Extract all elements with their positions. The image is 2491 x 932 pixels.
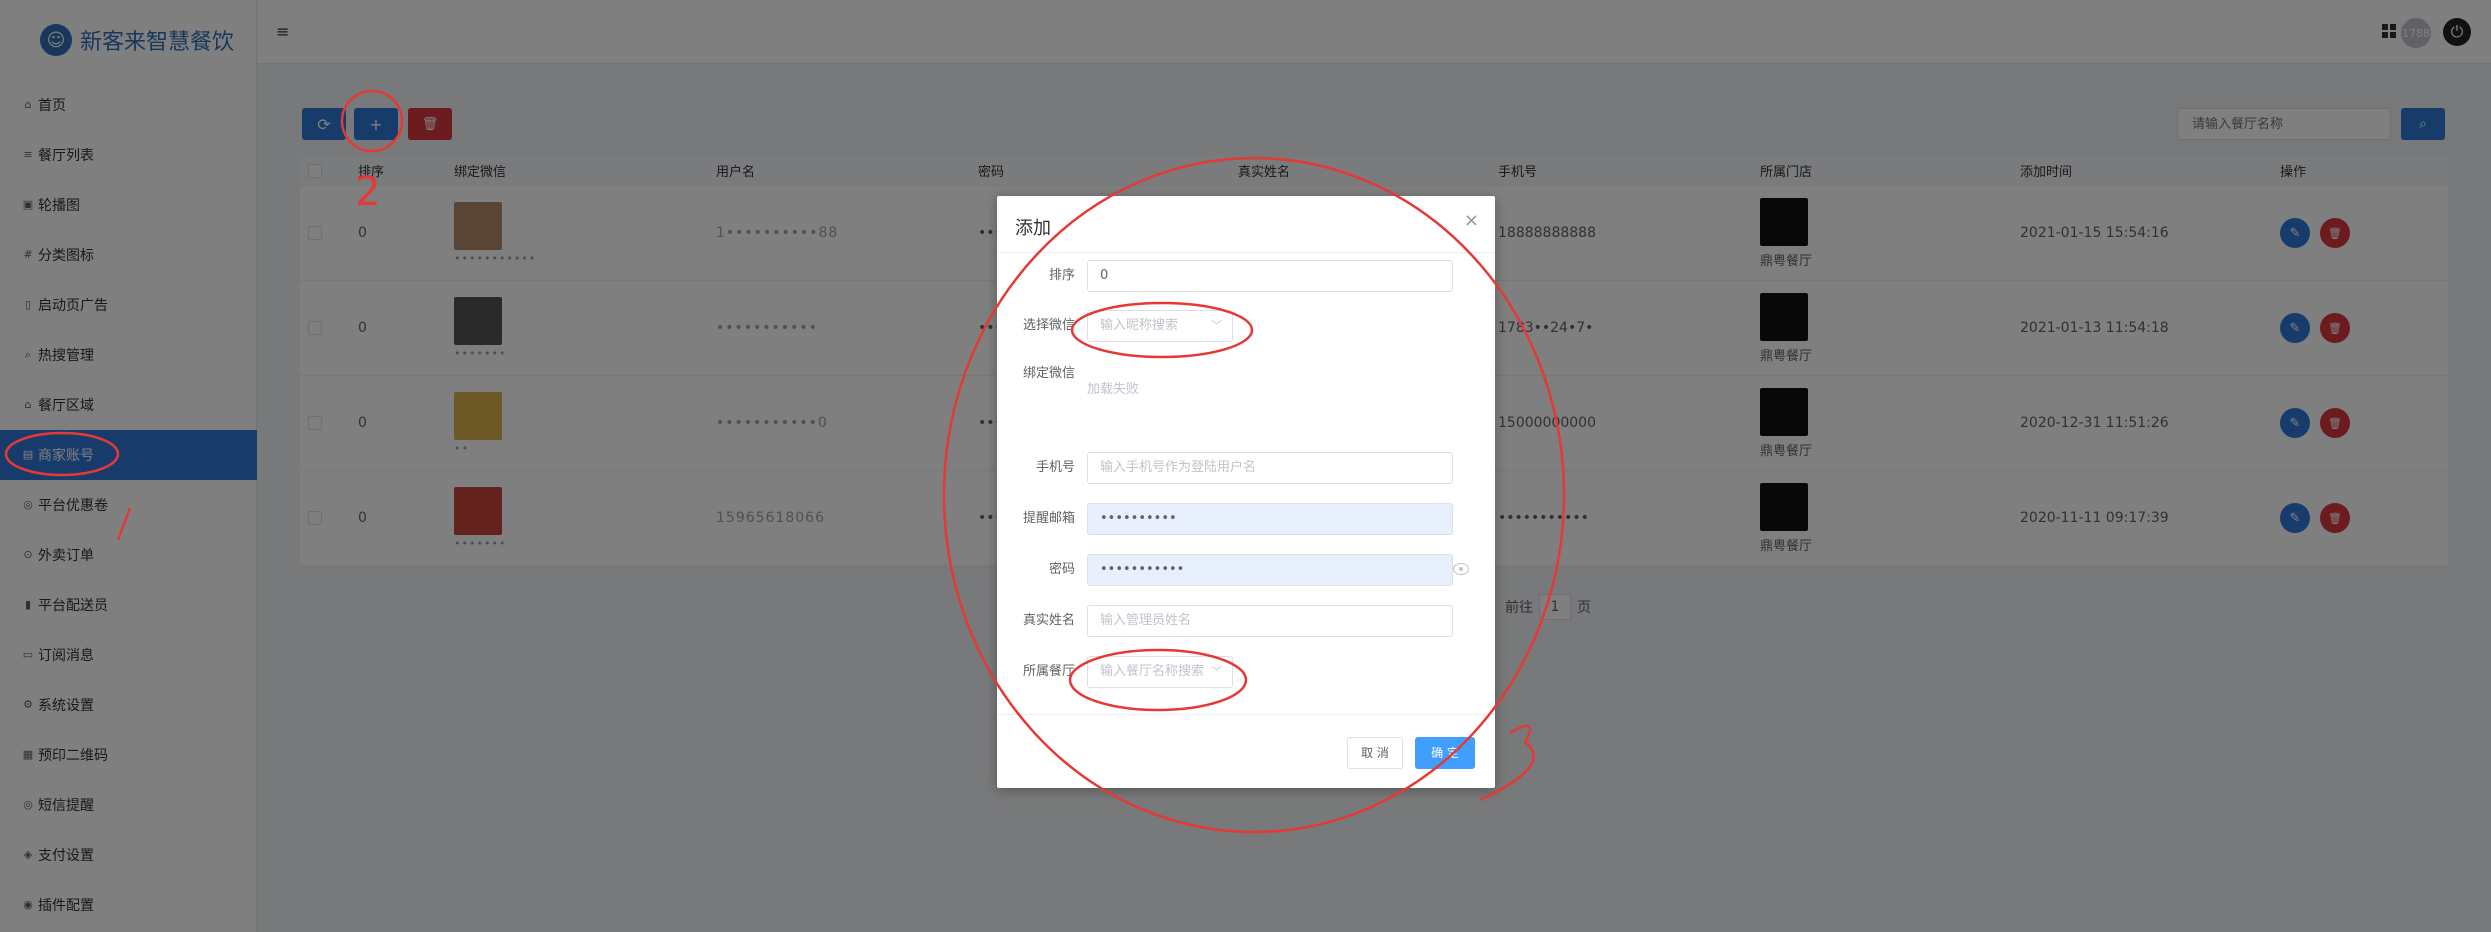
email-input[interactable]: •••••••••• — [1087, 503, 1453, 535]
cancel-button[interactable]: 取 消 — [1347, 737, 1403, 769]
bound-wechat-status: 加载失败 — [1087, 382, 1140, 397]
chevron-down-icon: ﹀ — [1211, 665, 1222, 678]
realname-label: 真实姓名 — [1022, 613, 1075, 628]
close-icon[interactable]: × — [1464, 210, 1479, 231]
add-dialog: 添加 × 排序 0 选择微信 输入昵称搜索 ﹀ 绑定微信 加载失败 手机号 输入… — [997, 196, 1495, 788]
wechat-select-placeholder: 输入昵称搜索 — [1100, 318, 1179, 333]
form-row-phone: 手机号 输入手机号作为登陆用户名 — [997, 452, 1495, 484]
form-row-bound-wechat: 绑定微信 加载失败 — [997, 364, 1495, 397]
password-input[interactable]: ••••••••••• — [1087, 554, 1453, 586]
eye-icon[interactable] — [1453, 563, 1469, 575]
sort-label: 排序 — [1048, 268, 1075, 283]
email-label: 提醒邮箱 — [1022, 511, 1075, 526]
dialog-footer-divider — [997, 714, 1495, 715]
store-select[interactable]: 输入餐厅名称搜索 ﹀ — [1087, 656, 1233, 688]
form-row-email: 提醒邮箱 •••••••••• — [997, 503, 1495, 535]
form-row-sort: 排序 0 — [997, 260, 1495, 292]
form-row-store: 所属餐厅 输入餐厅名称搜索 ﹀ — [997, 656, 1495, 688]
store-label: 所属餐厅 — [1022, 664, 1075, 679]
realname-input[interactable]: 输入管理员姓名 — [1087, 605, 1453, 637]
password-label: 密码 — [1048, 562, 1075, 577]
form-row-wechat-select: 选择微信 输入昵称搜索 ﹀ — [997, 310, 1495, 342]
dialog-title: 添加 — [1015, 218, 1051, 239]
phone-input[interactable]: 输入手机号作为登陆用户名 — [1087, 452, 1453, 484]
chevron-down-icon: ﹀ — [1211, 319, 1222, 332]
phone-label: 手机号 — [1035, 460, 1075, 475]
wechat-select[interactable]: 输入昵称搜索 ﹀ — [1087, 310, 1233, 342]
sort-input[interactable]: 0 — [1087, 260, 1453, 292]
form-row-password: 密码 ••••••••••• — [997, 554, 1495, 586]
wechat-select-label: 选择微信 — [1022, 318, 1075, 333]
confirm-button[interactable]: 确 定 — [1415, 737, 1475, 769]
store-select-placeholder: 输入餐厅名称搜索 — [1100, 664, 1205, 679]
dialog-header-divider — [997, 252, 1495, 253]
bound-wechat-label: 绑定微信 — [1022, 366, 1075, 381]
form-row-realname: 真实姓名 输入管理员姓名 — [997, 605, 1495, 637]
